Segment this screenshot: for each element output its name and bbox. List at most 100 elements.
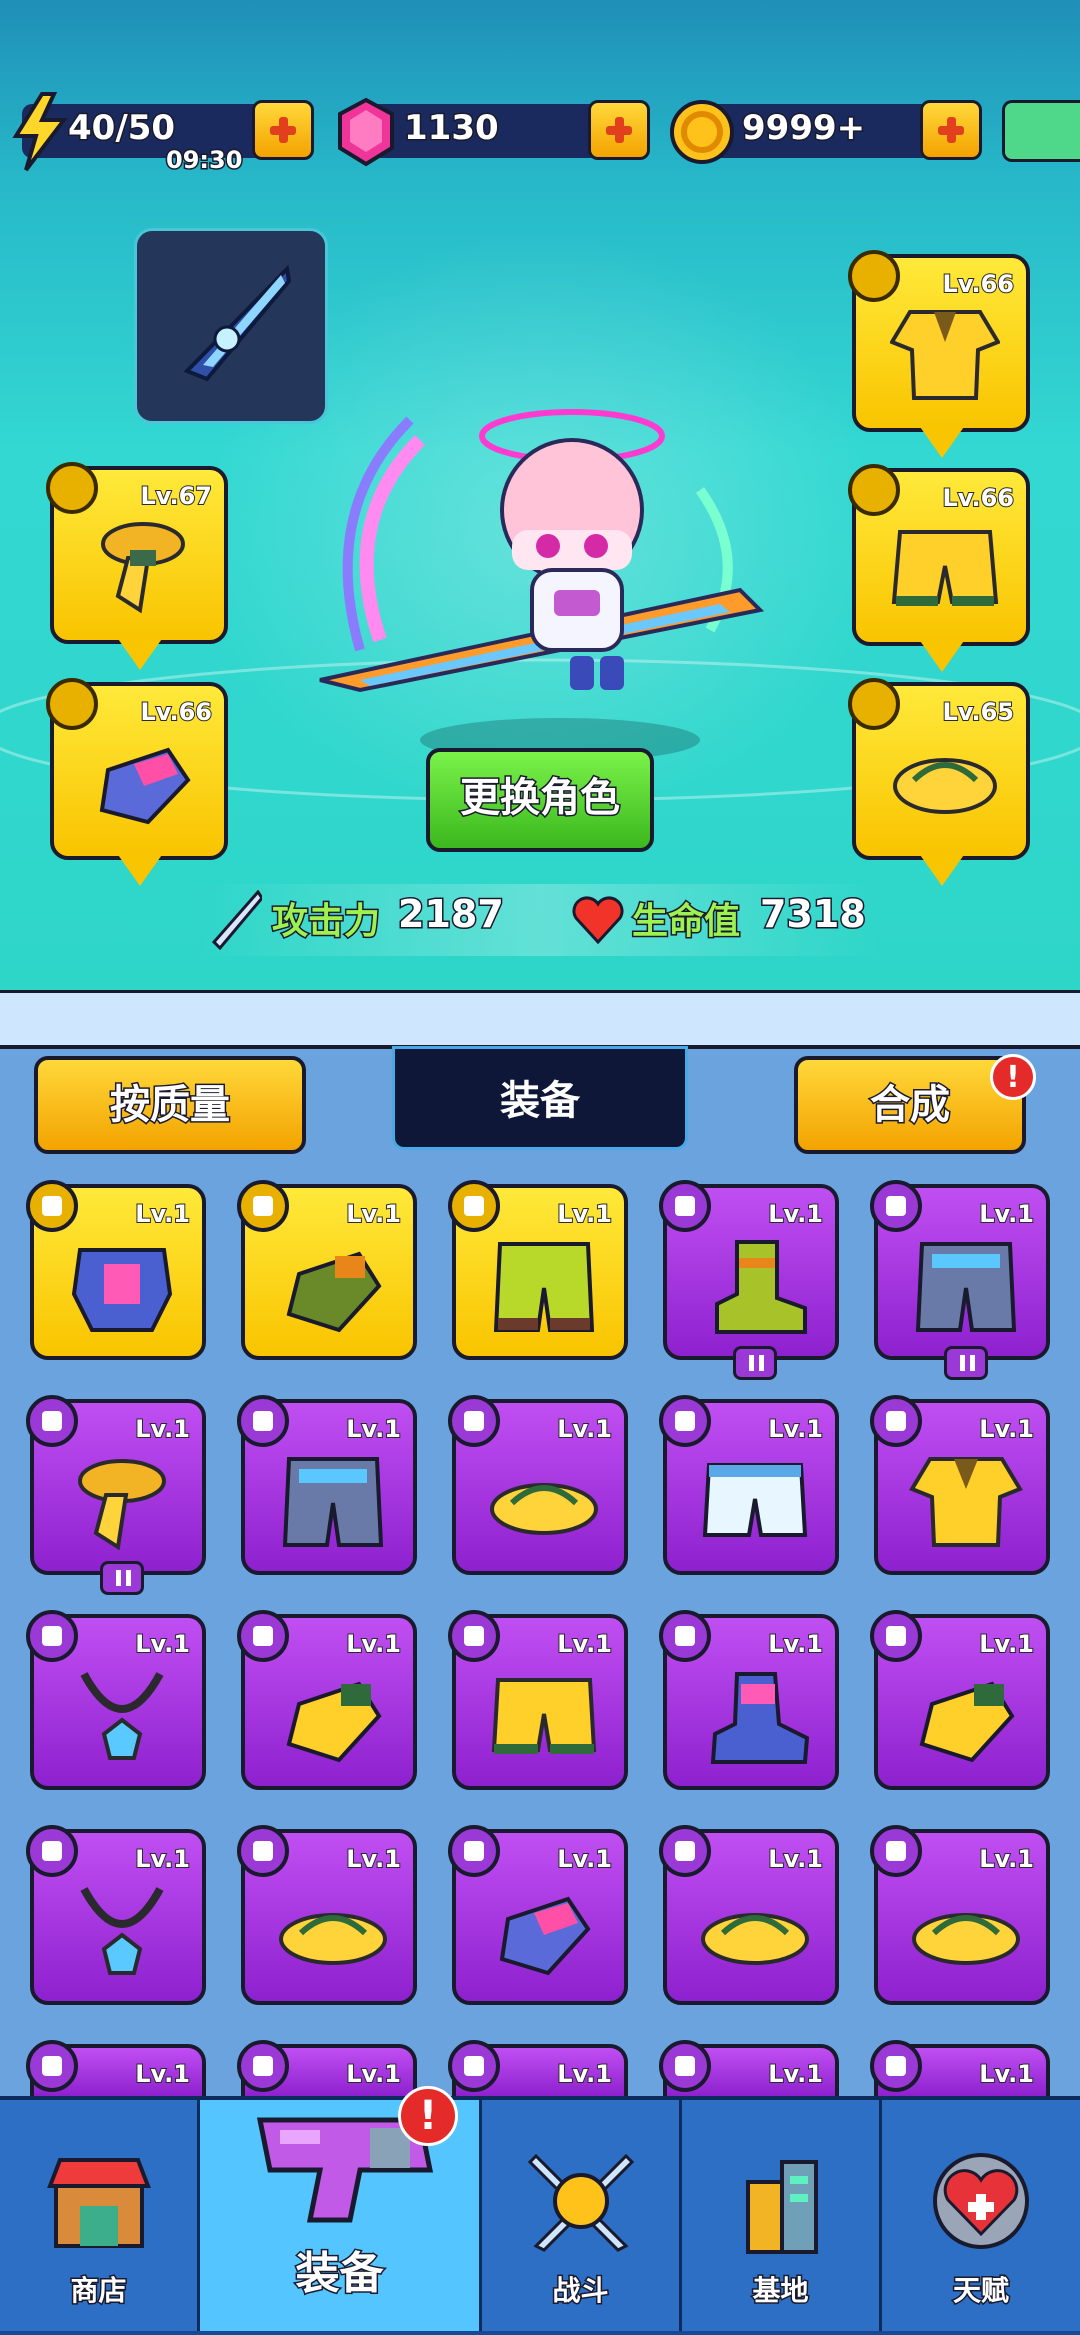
inventory-item-level: Lv.1 — [345, 1844, 402, 1874]
gold-coin-icon — [670, 100, 734, 164]
inventory-item-level: Lv.1 — [134, 1199, 191, 1229]
sort-by-quality-button[interactable]: 按质量 — [34, 1056, 306, 1154]
item-type-badge-icon — [659, 1180, 711, 1232]
inventory-item[interactable]: Lv.1 — [26, 1610, 206, 1790]
equipped-armor-slot[interactable]: Lv.66 — [848, 250, 1030, 458]
inventory-item[interactable]: Lv.1 — [870, 1180, 1050, 1380]
item-type-badge-icon — [448, 2040, 500, 2092]
inventory-item-level: Lv.1 — [978, 1199, 1035, 1229]
inventory-item[interactable]: Lv.1 — [26, 1395, 206, 1595]
equip-lock-pause-icon — [944, 1346, 988, 1380]
item-type-badge-icon — [659, 1610, 711, 1662]
pants-slot-badge-icon — [848, 464, 900, 516]
inventory-item-level: Lv.1 — [134, 1414, 191, 1444]
hawaiian-shirt-icon — [909, 1457, 1023, 1547]
equipped-armor-level: Lv.66 — [942, 269, 1015, 299]
nav-talent[interactable]: 天赋 — [882, 2100, 1080, 2331]
inventory-item[interactable]: Lv.1 — [237, 2040, 417, 2096]
nav-battle[interactable]: 战斗 — [482, 2100, 682, 2331]
inventory-item[interactable]: Lv.1 — [870, 2040, 1050, 2096]
item-type-badge-icon — [870, 1395, 922, 1447]
coins-value: 9999+ — [740, 107, 866, 150]
equipped-gloves-slot[interactable]: Lv.66 — [46, 678, 228, 886]
inventory-item-level: Lv.1 — [556, 2059, 613, 2089]
inventory-item[interactable]: Lv.1 — [237, 1825, 417, 2005]
armored-pants-icon — [915, 1242, 1017, 1332]
inventory-item-level: Lv.1 — [345, 1629, 402, 1659]
inventory-item-level: Lv.1 — [767, 2059, 824, 2089]
shorts-icon — [891, 530, 999, 606]
lightning-icon — [12, 92, 69, 172]
inventory-item[interactable]: Lv.1 — [659, 2040, 839, 2096]
inventory-item[interactable]: Lv.1 — [870, 1610, 1050, 1790]
inventory-item[interactable]: Lv.1 — [26, 1180, 206, 1360]
equip-lock-pause-icon — [100, 1561, 144, 1595]
inventory-item-level: Lv.1 — [345, 2059, 402, 2089]
inventory-item-level: Lv.1 — [767, 1629, 824, 1659]
change-character-button[interactable]: 更换角色 — [426, 748, 654, 852]
gloves-slot-badge-icon — [46, 678, 98, 730]
gauntlet-icon — [499, 1896, 591, 1976]
inventory-item-level: Lv.1 — [556, 1844, 613, 1874]
inventory-item[interactable]: Lv.1 — [659, 1610, 839, 1790]
inventory-item[interactable]: Lv.1 — [237, 1610, 417, 1790]
nav-base[interactable]: 基地 — [682, 2100, 882, 2331]
inventory-item[interactable]: Lv.1 — [448, 1395, 628, 1575]
merge-alert-badge: ! — [990, 1054, 1036, 1100]
flip-flop-icon — [701, 1913, 809, 1965]
add-coins-button[interactable] — [920, 100, 982, 160]
equipped-pants-slot[interactable]: Lv.66 — [848, 464, 1030, 672]
nav-shop-label: 商店 — [69, 2273, 128, 2309]
inventory-item[interactable]: Lv.1 — [448, 1180, 628, 1360]
necklace-icon — [80, 1887, 164, 1975]
add-gems-button[interactable] — [588, 100, 650, 160]
inventory-item[interactable]: Lv.1 — [237, 1180, 417, 1360]
inventory-item[interactable]: Lv.1 — [870, 1825, 1050, 2005]
attack-value: 2187 — [397, 891, 506, 938]
inventory-item[interactable]: Lv.1 — [659, 1395, 839, 1575]
armored-pants-icon — [282, 1457, 384, 1547]
equipped-shoes-slot[interactable]: Lv.65 — [848, 678, 1030, 886]
inventory-item[interactable]: Lv.1 — [26, 2040, 206, 2096]
camo-pants-icon — [493, 1242, 595, 1332]
inventory-item[interactable]: Lv.1 — [237, 1395, 417, 1575]
equipped-necklace-level: Lv.67 — [140, 481, 213, 511]
inventory-item[interactable]: Lv.1 — [448, 2040, 628, 2096]
item-type-badge-icon — [237, 1825, 289, 1877]
item-type-badge-icon — [26, 2040, 78, 2092]
item-type-badge-icon — [870, 1610, 922, 1662]
weapon-slot[interactable] — [134, 228, 328, 424]
inventory-item[interactable]: Lv.1 — [659, 1180, 839, 1380]
health-value: 7318 — [759, 891, 868, 938]
item-type-badge-icon — [448, 1180, 500, 1232]
equipped-shoes-level: Lv.65 — [942, 697, 1015, 727]
inventory-item[interactable]: Lv.1 — [659, 1825, 839, 2005]
inventory-item[interactable]: Lv.1 — [870, 1395, 1050, 1575]
nav-equipment-label: 装备 — [294, 2247, 385, 2301]
panel-title: 装备 — [392, 1046, 688, 1150]
item-type-badge-icon — [26, 1395, 78, 1447]
yellow-glove-icon — [919, 1681, 1015, 1763]
inventory-item[interactable]: Lv.1 — [448, 1825, 628, 2005]
side-menu-button[interactable] — [1002, 100, 1080, 162]
scarf-icon — [78, 1459, 166, 1551]
equipped-necklace-slot[interactable]: Lv.67 — [46, 462, 228, 670]
equip-lock-pause-icon — [733, 1346, 777, 1380]
scarf-icon — [101, 522, 185, 614]
blade-icon — [183, 264, 292, 382]
nav-shop[interactable]: 商店 — [0, 2100, 200, 2331]
equipment-alert-badge: ! — [398, 2086, 458, 2146]
boot-icon — [715, 1240, 807, 1334]
item-type-badge-icon — [237, 1395, 289, 1447]
item-type-badge-icon — [870, 1825, 922, 1877]
item-type-badge-icon — [659, 1395, 711, 1447]
inventory-item[interactable]: Lv.1 — [26, 1825, 206, 2005]
inventory-item[interactable]: Lv.1 — [448, 1610, 628, 1790]
item-type-badge-icon — [448, 1610, 500, 1662]
inventory-item-level: Lv.1 — [978, 2059, 1035, 2089]
flip-flop-icon — [912, 1913, 1020, 1965]
add-energy-button[interactable] — [252, 100, 314, 160]
inventory-item-level: Lv.1 — [978, 1414, 1035, 1444]
battle-icon — [527, 2153, 634, 2252]
item-type-badge-icon — [870, 2040, 922, 2092]
